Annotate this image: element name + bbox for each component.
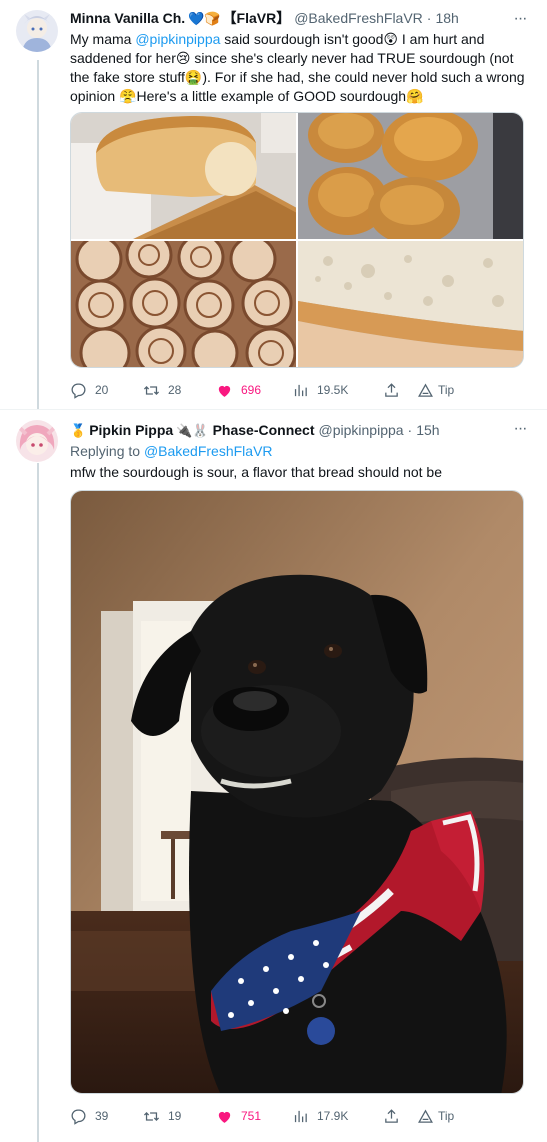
media-image-sourdough-rolls[interactable] xyxy=(298,113,523,239)
views-chart-icon xyxy=(294,1110,307,1122)
retweet-icon xyxy=(143,385,160,395)
share-icon xyxy=(385,382,398,397)
tweet-text: My mama @pipkinpippa said sourdough isn'… xyxy=(70,30,531,106)
media-grid xyxy=(70,112,524,368)
retweet-button[interactable]: 19 xyxy=(143,1108,216,1125)
retweet-count: 19 xyxy=(168,1109,182,1123)
tweet-header: 🥇 Pipkin Pippa 🔌🐰 Phase-Connect @pipkinp… xyxy=(70,420,531,440)
tip-button[interactable]: Tip xyxy=(417,382,477,399)
tweet-header: Minna Vanilla Ch. 💙🍞 【FlaVR】 @BakedFresh… xyxy=(70,8,531,28)
reply-button[interactable]: 39 xyxy=(70,1108,143,1125)
tweet-actions: 20 28 696 19.5K Tip xyxy=(70,380,530,400)
replying-to: Replying to @BakedFreshFlaVR xyxy=(70,442,531,461)
timestamp[interactable]: 18h xyxy=(435,10,458,26)
tip-label: Tip xyxy=(438,1109,455,1123)
avatar[interactable] xyxy=(16,420,58,462)
retweet-icon xyxy=(143,1111,160,1121)
separator-dot: · xyxy=(426,10,432,26)
views-count: 17.9K xyxy=(317,1109,349,1123)
display-name[interactable]: Pipkin Pippa xyxy=(89,422,173,438)
tweet-text-part: My mama xyxy=(70,31,136,47)
retweet-button[interactable]: 28 xyxy=(143,382,216,399)
name-tag[interactable]: 【FlaVR】 xyxy=(223,8,291,28)
heart-filled-icon xyxy=(218,385,231,397)
views-chart-icon xyxy=(294,384,307,396)
avatar[interactable] xyxy=(16,10,58,52)
share-button[interactable] xyxy=(383,382,417,399)
tweet-2[interactable]: 🥇 Pipkin Pippa 🔌🐰 Phase-Connect @pipkinp… xyxy=(0,410,547,1142)
display-name[interactable]: Minna Vanilla Ch. xyxy=(70,10,185,26)
heart-filled-icon xyxy=(218,1111,231,1123)
share-button[interactable] xyxy=(383,1108,417,1125)
like-button[interactable]: 696 xyxy=(216,382,292,399)
name-emoji-badge-left: 🥇 xyxy=(70,422,87,438)
media-image-cinnamon-rolls[interactable] xyxy=(71,241,296,367)
user-handle[interactable]: @BakedFreshFlaVR xyxy=(294,10,423,26)
reply-icon xyxy=(71,1108,86,1125)
reply-icon xyxy=(71,382,86,399)
reply-button[interactable]: 20 xyxy=(70,382,143,399)
tip-icon xyxy=(418,383,433,397)
like-count: 751 xyxy=(241,1109,262,1123)
mention-link[interactable]: @pipkinpippa xyxy=(135,31,220,47)
like-button[interactable]: 751 xyxy=(216,1108,292,1125)
user-handle[interactable]: @pipkinpippa xyxy=(319,422,404,438)
timestamp[interactable]: 15h xyxy=(416,422,439,438)
separator-dot: · xyxy=(407,422,413,438)
views-button[interactable]: 19.5K xyxy=(292,382,383,399)
media-image-dog[interactable] xyxy=(70,490,524,1094)
tip-icon xyxy=(418,1109,433,1123)
tweet-text: mfw the sourdough is sour, a flavor that… xyxy=(70,464,443,480)
tweet-1[interactable]: Minna Vanilla Ch. 💙🍞 【FlaVR】 @BakedFresh… xyxy=(0,0,547,410)
tip-label: Tip xyxy=(438,383,455,397)
reply-count: 20 xyxy=(95,383,109,397)
retweet-count: 28 xyxy=(168,383,182,397)
media-image-bread-loaf[interactable] xyxy=(71,113,296,239)
name-tag[interactable]: Phase-Connect xyxy=(213,422,315,438)
tweet-actions: 39 19 751 17.9K Tip xyxy=(70,1106,530,1126)
views-count: 19.5K xyxy=(317,383,349,397)
media-image-sourdough-crumb[interactable] xyxy=(298,241,523,367)
reply-count: 39 xyxy=(95,1109,109,1123)
replying-to-link[interactable]: @BakedFreshFlaVR xyxy=(144,443,273,459)
like-count: 696 xyxy=(241,383,262,397)
replying-to-prefix: Replying to xyxy=(70,443,144,459)
name-emoji-badges: 🔌🐰 xyxy=(176,422,209,438)
views-button[interactable]: 17.9K xyxy=(292,1108,383,1125)
tip-button[interactable]: Tip xyxy=(417,1108,477,1125)
more-dots-icon[interactable]: ··· xyxy=(509,10,531,30)
share-icon xyxy=(385,1108,398,1123)
more-dots-icon[interactable]: ··· xyxy=(509,420,531,440)
name-emoji-badges: 💙🍞 xyxy=(188,10,221,26)
